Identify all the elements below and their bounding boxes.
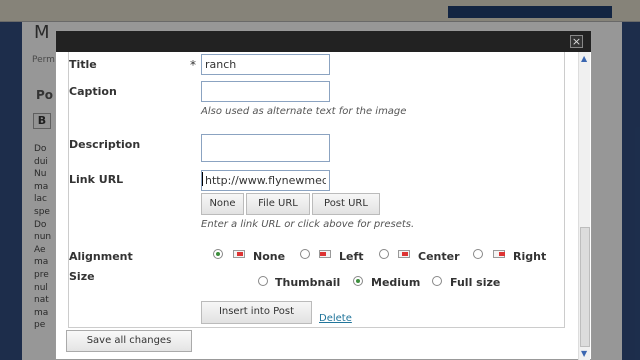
scroll-down-arrow-icon[interactable]: ▼ bbox=[581, 349, 587, 358]
size-thumbnail-radio[interactable] bbox=[258, 276, 268, 286]
dialog-titlebar: × bbox=[56, 31, 591, 52]
description-label: Description bbox=[69, 138, 141, 151]
media-dialog: × ▲ ▼ Title * Caption Also used as alter… bbox=[55, 30, 592, 360]
required-mark: * bbox=[190, 58, 196, 72]
align-center-icon bbox=[398, 250, 410, 258]
save-all-changes-button[interactable]: Save all changes bbox=[66, 330, 192, 352]
size-label: Size bbox=[69, 270, 95, 283]
description-textarea[interactable] bbox=[201, 134, 330, 162]
insert-into-post-button[interactable]: Insert into Post bbox=[201, 301, 312, 324]
align-none-label[interactable]: None bbox=[253, 250, 285, 263]
align-left-label[interactable]: Left bbox=[339, 250, 364, 263]
align-left-radio[interactable] bbox=[300, 249, 310, 259]
align-none-radio[interactable] bbox=[213, 249, 223, 259]
link-file-url-button[interactable]: File URL bbox=[246, 193, 310, 215]
dialog-scrollbar[interactable]: ▲ ▼ bbox=[578, 52, 590, 360]
align-center-label[interactable]: Center bbox=[418, 250, 460, 263]
link-url-label: Link URL bbox=[69, 173, 124, 186]
close-icon[interactable]: × bbox=[570, 35, 583, 48]
title-label: Title bbox=[69, 58, 97, 71]
size-full-radio[interactable] bbox=[432, 276, 442, 286]
link-url-input[interactable] bbox=[201, 170, 330, 191]
scrollbar-thumb[interactable] bbox=[580, 227, 590, 347]
link-url-help-text: Enter a link URL or click above for pres… bbox=[201, 219, 415, 230]
alignment-label: Alignment bbox=[69, 250, 133, 263]
size-thumbnail-label[interactable]: Thumbnail bbox=[275, 276, 340, 289]
scroll-up-arrow-icon[interactable]: ▲ bbox=[581, 54, 587, 63]
caption-label: Caption bbox=[69, 85, 117, 98]
align-none-icon bbox=[233, 250, 245, 258]
delete-link[interactable]: Delete bbox=[319, 313, 352, 324]
link-none-button[interactable]: None bbox=[201, 193, 244, 215]
link-post-url-button[interactable]: Post URL bbox=[312, 193, 380, 215]
align-center-radio[interactable] bbox=[379, 249, 389, 259]
align-left-icon bbox=[319, 250, 331, 258]
align-right-label[interactable]: Right bbox=[513, 250, 546, 263]
caption-help-text: Also used as alternate text for the imag… bbox=[201, 106, 407, 117]
title-input[interactable] bbox=[201, 54, 330, 75]
caption-input[interactable] bbox=[201, 81, 330, 102]
size-full-label[interactable]: Full size bbox=[450, 276, 500, 289]
size-medium-label[interactable]: Medium bbox=[371, 276, 420, 289]
text-cursor bbox=[202, 172, 203, 186]
align-right-icon bbox=[493, 250, 505, 258]
align-right-radio[interactable] bbox=[473, 249, 483, 259]
size-medium-radio[interactable] bbox=[353, 276, 363, 286]
